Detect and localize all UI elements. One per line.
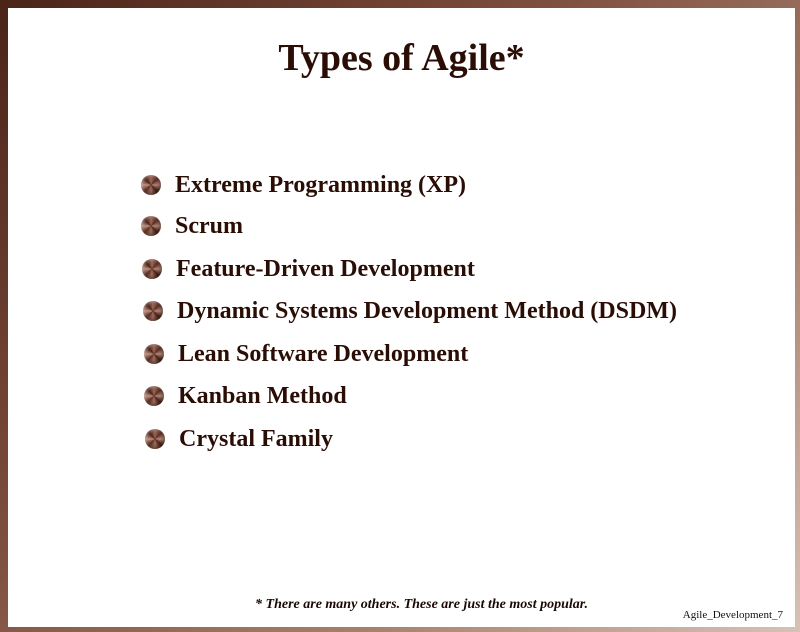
bullet-icon: [141, 175, 161, 195]
list-item-label: Extreme Programming (XP): [175, 171, 467, 198]
slide-frame: Types of Agile* Extreme Programming (XP)…: [0, 0, 800, 632]
list-item-label: Lean Software Development: [178, 340, 469, 367]
list-item-label: Dynamic Systems Development Method (DSDM…: [177, 297, 677, 324]
list-item-label: Crystal Family: [179, 425, 333, 452]
bullet-icon: [145, 429, 165, 449]
list-item: Extreme Programming (XP): [141, 170, 466, 200]
list-item: Scrum: [141, 211, 243, 241]
list-item-label: Scrum: [175, 212, 243, 239]
slide-body: Types of Agile* Extreme Programming (XP)…: [8, 8, 795, 627]
slide-id: Agile_Development_7: [682, 609, 783, 621]
bullet-icon: [143, 301, 163, 321]
list-item: Kanban Method: [144, 381, 347, 411]
list-item: Dynamic Systems Development Method (DSDM…: [143, 296, 677, 326]
bullet-icon: [141, 216, 161, 236]
footnote: * There are many others. These are just …: [255, 597, 588, 612]
agile-types-list: Extreme Programming (XP) Scrum Feature-D…: [8, 8, 795, 627]
list-item: Crystal Family: [145, 424, 333, 454]
bullet-icon: [144, 344, 164, 364]
list-item: Lean Software Development: [144, 339, 468, 369]
bullet-icon: [144, 386, 164, 406]
list-item-label: Kanban Method: [178, 382, 347, 409]
bullet-icon: [142, 259, 162, 279]
list-item: Feature-Driven Development: [142, 254, 475, 284]
list-item-label: Feature-Driven Development: [176, 255, 475, 282]
